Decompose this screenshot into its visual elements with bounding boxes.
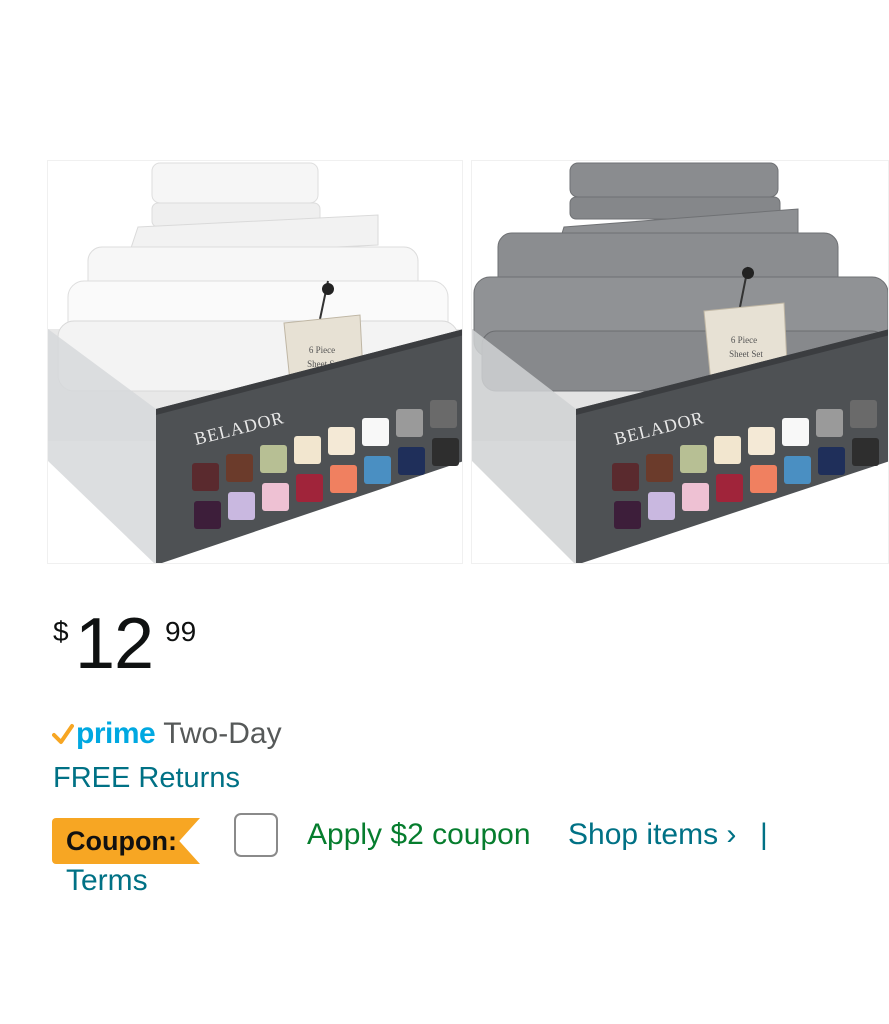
fabric-swatch [296,474,323,502]
fabric-swatch [430,400,457,428]
free-returns-link[interactable]: FREE Returns [53,762,240,795]
fabric-swatch [680,445,707,473]
fabric-swatch [782,418,809,446]
fabric-swatch [750,465,777,493]
fabric-swatch [748,427,775,455]
price-currency: $ [53,616,69,647]
fabric-swatch [432,438,459,466]
fabric-swatch [784,456,811,484]
fabric-swatch [816,409,843,437]
fabric-swatch [364,456,391,484]
fabric-swatch [260,445,287,473]
price-fraction: 99 [165,616,197,647]
product-image-white[interactable]: 6 Piece Sheet Set BELADOR [47,160,463,564]
fabric-swatch [612,463,639,491]
fabric-swatch [362,418,389,446]
fabric-swatch [682,483,709,511]
coupon-terms-link[interactable]: Terms [66,864,148,898]
fabric-swatch [328,427,355,455]
fabric-swatch [614,501,641,529]
apply-coupon-checkbox[interactable] [234,813,278,857]
tag-line-1: 6 Piece [731,335,757,345]
price-whole: 12 [75,604,154,684]
delivery-speed: Two-Day [163,717,282,750]
coupon-badge: Coupon: [52,818,200,864]
fabric-swatch [818,447,845,475]
fabric-swatch [228,492,255,520]
fabric-swatch [194,501,221,529]
fabric-swatch [192,463,219,491]
fabric-swatch [716,474,743,502]
white-sheet-set-illustration: 6 Piece Sheet Set BELADOR [48,162,462,563]
shop-items-link[interactable]: Shop items › [568,818,736,852]
fabric-swatch [648,492,675,520]
fabric-swatch [262,483,289,511]
link-separator: | [760,818,768,851]
prime-logo-text: prime [76,717,156,750]
fabric-swatch [294,436,321,464]
tag-line-1: 6 Piece [309,345,335,355]
fabric-swatch [646,454,673,482]
fabric-swatch [396,409,423,437]
fabric-swatch [850,400,877,428]
product-image-gray[interactable]: 6 Piece Sheet Set BELADOR [471,160,889,564]
product-images: 6 Piece Sheet Set BELADOR 6 Piece Sheet … [47,160,889,564]
apply-coupon-label[interactable]: Apply $2 coupon [307,818,531,852]
fabric-swatch [330,465,357,493]
tag-line-2: Sheet Set [729,349,763,359]
prime-badge: prime Two-Day [52,716,282,752]
gray-sheet-set-illustration: 6 Piece Sheet Set BELADOR [472,162,888,563]
fabric-swatch [398,447,425,475]
fabric-swatch [226,454,253,482]
fabric-swatch [852,438,879,466]
prime-check-icon [52,724,74,744]
fabric-swatch [714,436,741,464]
